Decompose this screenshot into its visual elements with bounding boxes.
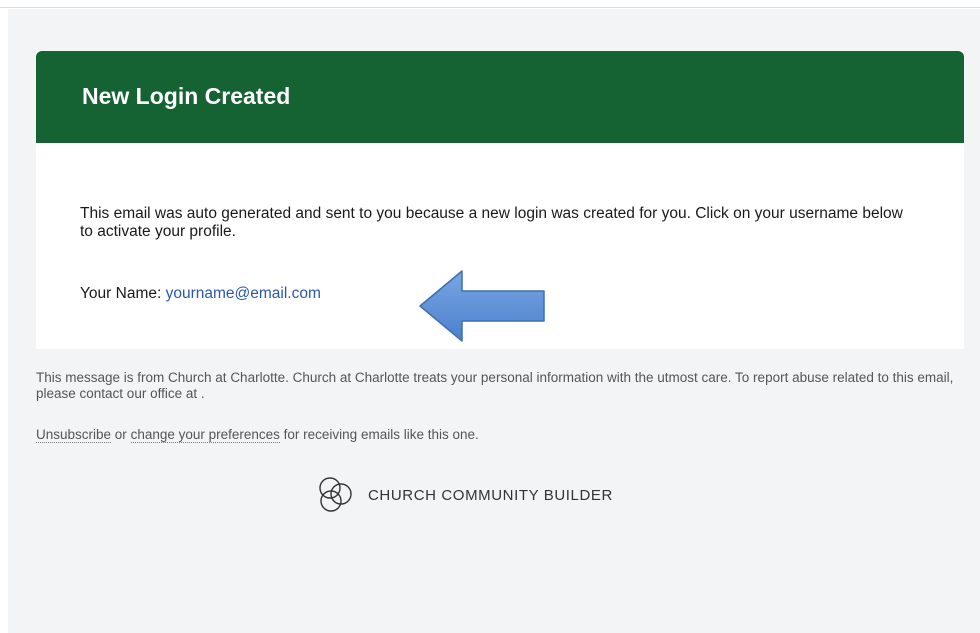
your-name-line: Your Name: yourname@email.com [80, 285, 321, 303]
username-link[interactable]: yourname@email.com [166, 285, 321, 302]
church-community-builder-logo-icon [319, 477, 352, 512]
email-body-text: This email was auto generated and sent t… [80, 205, 903, 240]
footer-or-text: or [111, 427, 131, 442]
brand-footer: CHURCH COMMUNITY BUILDER [314, 473, 613, 517]
email-page: New Login Created This email was auto ge… [8, 9, 980, 633]
email-header: New Login Created [36, 51, 964, 143]
footer-notice: This message is from Church at Charlotte… [36, 370, 954, 401]
top-divider [0, 0, 980, 8]
brand-name: CHURCH COMMUNITY BUILDER [368, 486, 613, 504]
change-preferences-link[interactable]: change your preferences [130, 427, 280, 443]
email-title: New Login Created [82, 83, 291, 109]
footer-links: Unsubscribe or change your preferences f… [36, 427, 479, 443]
unsubscribe-link[interactable]: Unsubscribe [36, 427, 112, 443]
footer-preferences-suffix: for receiving emails like this one. [279, 427, 479, 442]
email-card: New Login Created This email was auto ge… [36, 51, 964, 349]
arrow-left-icon [419, 270, 545, 342]
your-name-label: Your Name: [80, 285, 166, 302]
